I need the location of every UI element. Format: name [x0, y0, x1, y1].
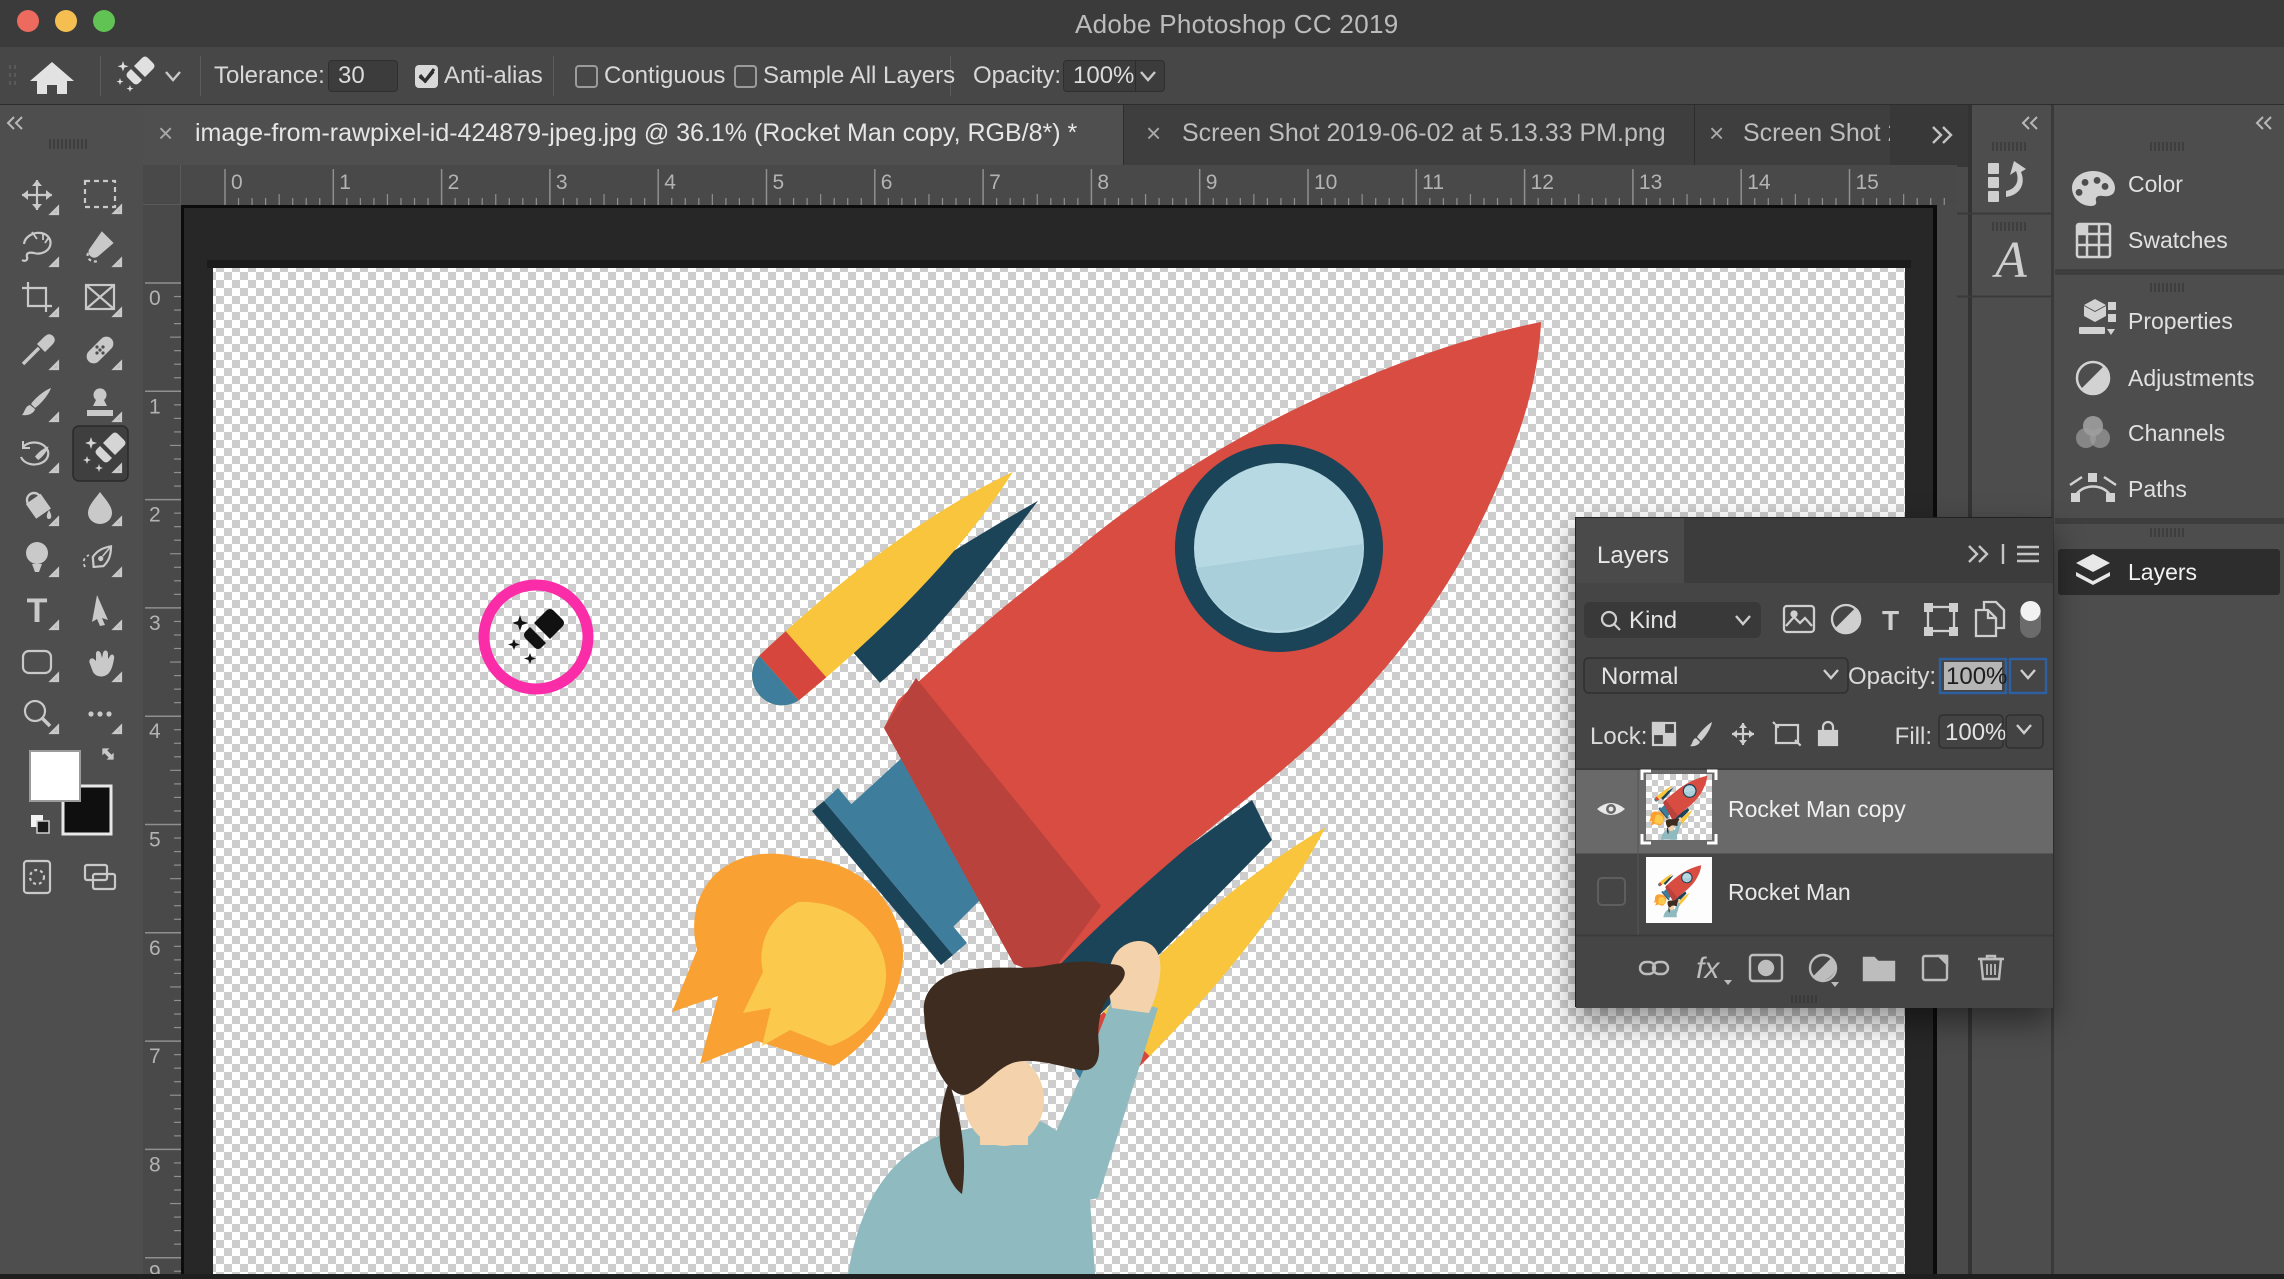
svg-text:2: 2 [149, 504, 161, 527]
svg-text:1: 1 [149, 395, 161, 418]
svg-text:4: 4 [664, 171, 676, 194]
svg-text:11: 11 [1422, 171, 1444, 194]
svg-text:100%: 100% [1945, 719, 2006, 746]
svg-text:Properties: Properties [2128, 308, 2233, 334]
svg-text:9: 9 [149, 1262, 161, 1274]
svg-text:6: 6 [149, 937, 161, 960]
svg-text:Lock:: Lock: [1590, 723, 1647, 750]
svg-text:Channels: Channels [2128, 420, 2225, 446]
svg-text:5: 5 [773, 171, 785, 194]
svg-text:2: 2 [448, 171, 460, 194]
svg-text:100%: 100% [1946, 663, 2007, 690]
svg-text:15: 15 [1856, 171, 1879, 194]
svg-text:Opacity:: Opacity: [1848, 663, 1936, 690]
svg-text:8: 8 [1097, 171, 1109, 194]
svg-text:T: T [1882, 605, 1899, 636]
svg-text:14: 14 [1747, 171, 1771, 194]
svg-text:T: T [27, 592, 48, 630]
svg-text:Paths: Paths [2128, 476, 2187, 502]
svg-text:1: 1 [339, 171, 351, 194]
svg-text:9: 9 [1206, 171, 1218, 194]
svg-text:A: A [1992, 232, 2027, 289]
svg-text:12: 12 [1531, 171, 1554, 194]
svg-text:3: 3 [556, 171, 568, 194]
svg-text:6: 6 [881, 171, 893, 194]
svg-text:Adjustments: Adjustments [2128, 365, 2255, 391]
svg-text:Fill:: Fill: [1895, 723, 1932, 750]
svg-text:fx: fx [1696, 952, 1720, 985]
svg-text:0: 0 [149, 287, 161, 310]
svg-text:Color: Color [2128, 171, 2183, 197]
svg-text:3: 3 [149, 612, 161, 635]
svg-text:Rocket Man copy: Rocket Man copy [1728, 796, 1906, 822]
svg-text:5: 5 [149, 829, 161, 852]
svg-text:7: 7 [989, 171, 1001, 194]
svg-text:Swatches: Swatches [2128, 227, 2228, 253]
svg-text:Layers: Layers [1597, 542, 1669, 569]
svg-text:8: 8 [149, 1153, 161, 1176]
svg-text:Rocket Man: Rocket Man [1728, 879, 1851, 905]
svg-text:Layers: Layers [2128, 559, 2197, 585]
svg-text:Normal: Normal [1601, 663, 1678, 690]
svg-text:7: 7 [149, 1045, 161, 1068]
svg-text:0: 0 [231, 171, 243, 194]
svg-text:13: 13 [1639, 171, 1662, 194]
svg-text:10: 10 [1314, 171, 1337, 194]
svg-text:4: 4 [149, 720, 161, 743]
svg-text:Kind: Kind [1629, 607, 1677, 634]
